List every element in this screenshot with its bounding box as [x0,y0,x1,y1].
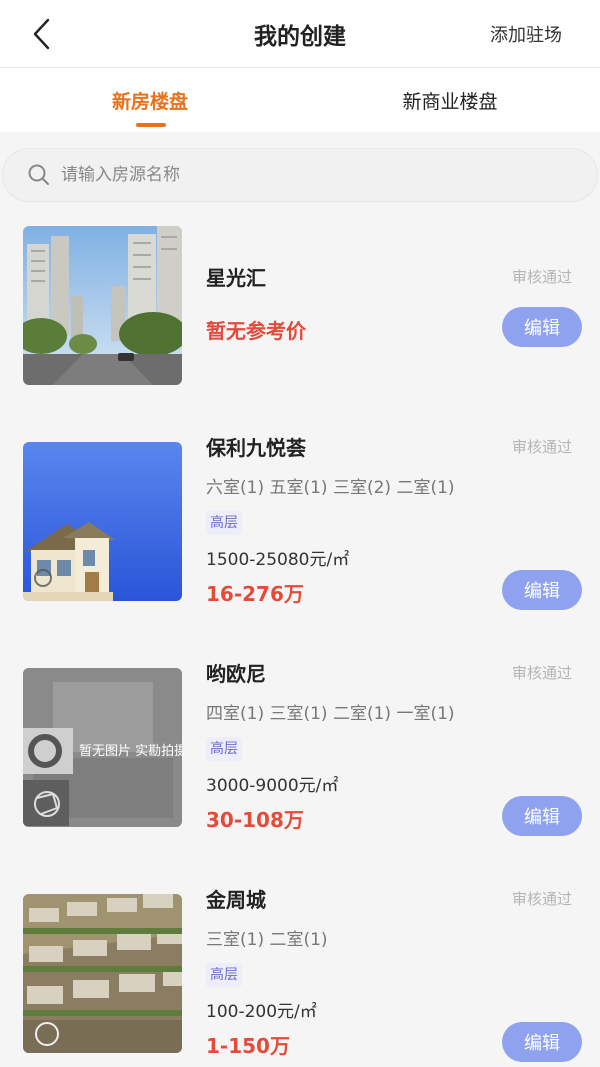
edit-button[interactable]: 编辑 [502,307,582,347]
edit-button[interactable]: 编辑 [502,1022,582,1062]
listing-photo [23,226,182,385]
status-badge: 审核通过 [511,268,572,286]
active-tab-indicator [136,123,166,127]
unit-price: 1500-25080元/㎡ [206,550,350,570]
listing-photo [23,442,182,601]
room-types: 三室(1) 二室(1) [206,930,328,950]
edit-button[interactable]: 编辑 [502,570,582,610]
listing-card[interactable]: 金周城 审核通过 三室(1) 二室(1) 高层 100-200元/㎡ 1-150… [0,888,600,1067]
total-price: 30-108万 [206,808,304,832]
unit-price: 3000-9000元/㎡ [206,776,339,796]
status-badge: 审核通过 [511,890,572,908]
room-types: 四室(1) 三室(1) 二室(1) 一室(1) [206,704,455,724]
listing-card[interactable]: 暂无图片 实勘拍摄中... 哟欧尼 审核通过 四室(1) 三室(1) 二室(1)… [0,662,600,874]
top-bar: 我的创建 添加驻场 [0,0,600,68]
tab-new-commercial[interactable]: 新商业楼盘 [300,68,600,132]
listing-card[interactable]: 保利九悦荟 审核通过 六室(1) 五室(1) 三室(2) 二室(1) 高层 15… [0,436,600,648]
listing-price: 暂无参考价 [206,319,306,343]
listing-card[interactable]: 星光汇 审核通过 暂无参考价 编辑 [0,226,600,432]
tab-bar: 新房楼盘 新商业楼盘 [0,68,600,132]
total-price: 1-150万 [206,1034,290,1058]
listing-name: 金周城 [206,888,266,912]
search-input[interactable] [61,165,561,185]
no-photo-caption: 暂无图片 实勘拍摄中... [79,744,182,759]
search-icon [28,164,49,185]
room-types: 六室(1) 五室(1) 三室(2) 二室(1) [206,478,455,498]
listing-photo [23,894,182,1053]
edit-button[interactable]: 编辑 [502,796,582,836]
listing-name: 星光汇 [206,266,266,290]
listing-name: 保利九悦荟 [206,436,306,460]
building-type-tag: 高层 [206,737,242,761]
add-resident-button[interactable]: 添加驻场 [490,0,562,68]
status-badge: 审核通过 [511,664,572,682]
listing-photo: 暂无图片 实勘拍摄中... [23,668,182,827]
search-bar[interactable] [2,148,598,202]
total-price: 16-276万 [206,582,304,606]
building-type-tag: 高层 [206,511,242,535]
unit-price: 100-200元/㎡ [206,1002,317,1022]
listing-name: 哟欧尼 [206,662,266,686]
status-badge: 审核通过 [511,438,572,456]
building-type-tag: 高层 [206,963,242,987]
